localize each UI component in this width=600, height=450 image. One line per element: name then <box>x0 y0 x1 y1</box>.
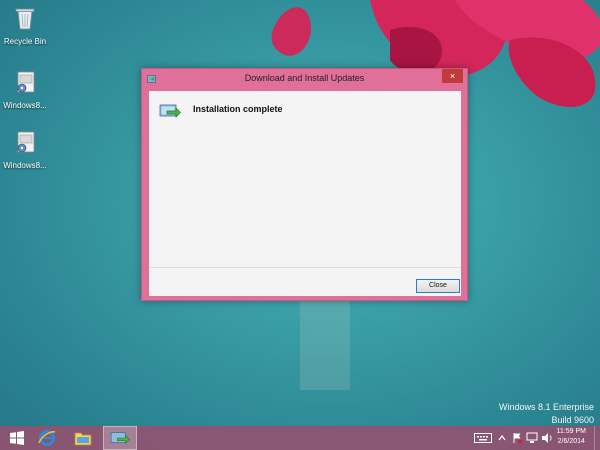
volume-icon[interactable] <box>541 432 553 444</box>
window-close-button[interactable]: × <box>442 69 463 83</box>
installer-icon <box>17 131 35 153</box>
action-center-flag-icon[interactable] <box>512 432 522 444</box>
edition-text: Windows 8.1 Enterprise <box>498 402 594 412</box>
recycle-bin-icon <box>15 8 35 30</box>
taskbar-file-explorer[interactable] <box>66 426 100 450</box>
update-dialog-window: Download and Install Updates × Installat… <box>141 68 468 301</box>
footer-divider <box>149 267 461 268</box>
start-button[interactable] <box>0 426 34 450</box>
show-desktop-button[interactable] <box>594 426 600 450</box>
taskbar-update-installer[interactable] <box>103 426 137 450</box>
dialog-content: Installation complete Close <box>149 91 461 296</box>
title-bar[interactable]: Download and Install Updates × <box>142 69 467 90</box>
update-installer-icon <box>110 432 130 445</box>
installation-status-text: Installation complete <box>193 104 283 114</box>
desktop-icon-label: Recycle Bin <box>3 37 47 46</box>
keyboard-icon[interactable] <box>474 432 492 444</box>
desktop-icon-label: Windows8... <box>3 161 47 170</box>
windows-start-icon <box>10 431 24 445</box>
installer-icon <box>17 71 35 93</box>
desktop-icon-label: Windows8... <box>3 101 47 110</box>
close-button[interactable]: Close <box>416 279 460 293</box>
window-title: Download and Install Updates <box>244 73 365 83</box>
desktop-icon-recycle-bin[interactable]: Recycle Bin <box>0 4 53 46</box>
internet-explorer-icon <box>38 430 56 446</box>
clock[interactable]: 11:59 PM 2/6/2014 <box>557 427 586 447</box>
file-explorer-icon <box>74 432 92 446</box>
desktop-icon-installer-1[interactable]: Windows8... <box>0 68 53 110</box>
update-arrow-icon <box>159 104 181 118</box>
taskbar: 11:59 PM 2/6/2014 <box>0 426 600 450</box>
clock-date: 2/6/2014 <box>557 438 585 445</box>
desktop-icon-installer-2[interactable]: Windows8... <box>0 128 53 170</box>
clock-time: 11:59 PM <box>556 428 586 435</box>
show-hidden-icons-icon[interactable] <box>498 432 506 444</box>
windows-branding: Windows 8.1 Enterprise Build 9600 <box>499 401 594 427</box>
taskbar-internet-explorer[interactable] <box>30 426 64 450</box>
network-icon[interactable] <box>526 432 538 444</box>
